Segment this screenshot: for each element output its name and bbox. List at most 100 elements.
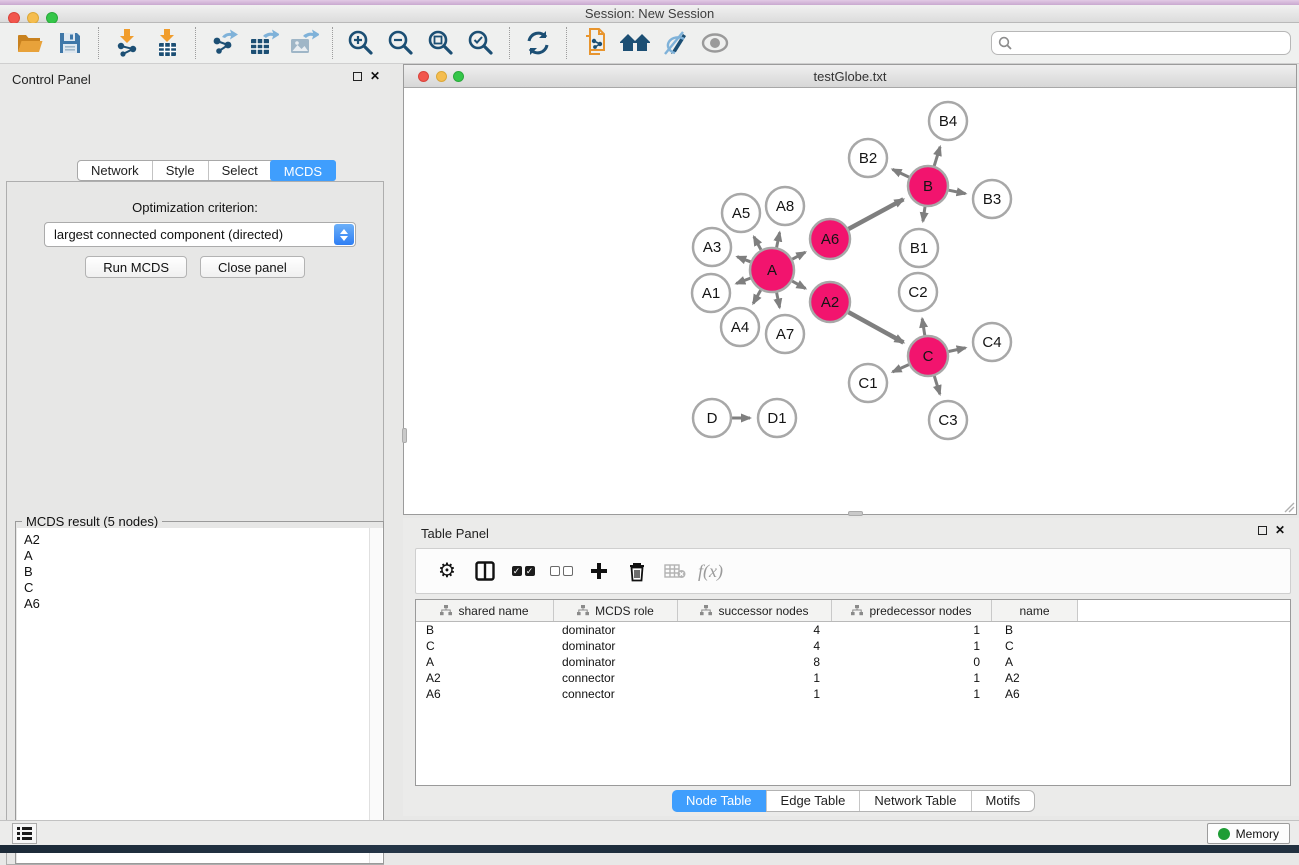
graph-edge[interactable] — [893, 365, 909, 372]
graph-edge[interactable] — [777, 233, 780, 248]
close-panel-button[interactable]: Close panel — [200, 256, 305, 278]
graph-edge[interactable] — [792, 281, 805, 288]
graph-node[interactable]: A4 — [721, 308, 759, 346]
table-row[interactable]: Cdominator41C — [416, 638, 1290, 654]
graph-edge[interactable] — [949, 348, 966, 352]
export-network-icon[interactable] — [207, 27, 241, 59]
graph-node[interactable]: D1 — [758, 399, 796, 437]
tab-edge-table[interactable]: Edge Table — [766, 791, 860, 811]
close-panel-icon[interactable]: ✕ — [370, 72, 380, 81]
graph-edge[interactable] — [934, 147, 940, 166]
tab-network[interactable]: Network — [78, 161, 152, 180]
export-table-icon[interactable] — [247, 27, 281, 59]
graph-edge[interactable] — [923, 207, 925, 222]
select-all-rows-icon[interactable]: ✓✓ — [504, 553, 542, 589]
table-row[interactable]: Adominator80A — [416, 654, 1290, 670]
show-columns-icon[interactable] — [466, 553, 504, 589]
splitter-grip[interactable] — [402, 428, 407, 443]
graph-edge[interactable] — [777, 293, 780, 308]
memory-button[interactable]: Memory — [1207, 823, 1290, 844]
float-panel-icon[interactable] — [1258, 526, 1267, 535]
graph-node[interactable]: B — [908, 166, 948, 206]
zoom-selected-icon[interactable] — [464, 27, 498, 59]
column-header[interactable]: predecessor nodes — [832, 600, 992, 621]
graph-edge[interactable] — [792, 252, 805, 259]
export-image-icon[interactable] — [287, 27, 321, 59]
graph-node[interactable]: B2 — [849, 139, 887, 177]
table-row[interactable]: Bdominator41B — [416, 622, 1290, 638]
hide-annotations-icon[interactable] — [658, 27, 692, 59]
graph-edge[interactable] — [736, 278, 750, 283]
tab-node-table[interactable]: Node Table — [672, 790, 766, 812]
column-header[interactable]: shared name — [416, 600, 554, 621]
graph-edge[interactable] — [922, 319, 925, 336]
resize-grip-icon[interactable] — [1283, 501, 1295, 513]
unselect-all-rows-icon[interactable] — [542, 553, 580, 589]
new-session-from-network-icon[interactable] — [578, 27, 612, 59]
splitter-grip[interactable] — [848, 511, 863, 516]
graph-node[interactable]: C1 — [849, 364, 887, 402]
zoom-out-icon[interactable] — [384, 27, 418, 59]
close-panel-icon[interactable]: ✕ — [1275, 526, 1285, 535]
column-header[interactable]: successor nodes — [678, 600, 832, 621]
graph-edge[interactable] — [753, 290, 761, 303]
graph-edge[interactable] — [849, 199, 904, 229]
save-session-icon[interactable] — [53, 27, 87, 59]
delete-columns-icon[interactable] — [618, 553, 656, 589]
tab-network-table[interactable]: Network Table — [859, 791, 970, 811]
function-builder-icon[interactable]: f(x) — [698, 561, 723, 582]
search-input[interactable] — [1013, 33, 1290, 53]
graph-node[interactable]: A8 — [766, 187, 804, 225]
criterion-dropdown[interactable]: largest connected component (directed) — [44, 222, 356, 247]
task-history-button[interactable] — [12, 823, 37, 844]
home-pages-icon[interactable] — [618, 27, 652, 59]
zoom-fit-icon[interactable] — [424, 27, 458, 59]
tab-select[interactable]: Select — [208, 161, 271, 180]
column-header[interactable]: name — [992, 600, 1078, 621]
tab-motifs[interactable]: Motifs — [971, 791, 1035, 811]
graph-node[interactable]: A1 — [692, 274, 730, 312]
graph-node[interactable]: B3 — [973, 180, 1011, 218]
column-header[interactable]: MCDS role — [554, 600, 678, 621]
graph-edge[interactable] — [737, 257, 750, 262]
graph-node[interactable]: C2 — [899, 273, 937, 311]
graph-node[interactable]: C4 — [973, 323, 1011, 361]
graph-edge[interactable] — [848, 312, 903, 342]
run-mcds-button[interactable]: Run MCDS — [85, 256, 187, 278]
result-item[interactable]: B — [24, 564, 383, 580]
delete-table-icon[interactable] — [656, 553, 694, 589]
tab-style[interactable]: Style — [152, 161, 208, 180]
graph-node[interactable]: A5 — [722, 194, 760, 232]
graph-node[interactable]: B4 — [929, 102, 967, 140]
graph-node[interactable]: A2 — [810, 282, 850, 322]
graph-node[interactable]: A3 — [693, 228, 731, 266]
import-table-icon[interactable] — [150, 27, 184, 59]
network-canvas[interactable]: B4 B2 B B3 A8A5 A6 A3 B1 A A1 C2 A2 A4A7 C4 C C1 C3 D D1 — [404, 88, 1296, 514]
graph-node[interactable]: A7 — [766, 315, 804, 353]
result-scrollbar[interactable] — [369, 528, 382, 863]
graph-edge[interactable] — [949, 190, 966, 193]
network-minimize-button[interactable] — [436, 71, 447, 82]
graph-node[interactable]: A — [750, 248, 794, 292]
graph-node[interactable]: D — [693, 399, 731, 437]
graph-edge[interactable] — [893, 169, 910, 177]
graph-node[interactable]: C3 — [929, 401, 967, 439]
table-settings-icon[interactable]: ⚙ — [428, 553, 466, 589]
table-row[interactable]: A2connector11A2 — [416, 670, 1290, 686]
open-session-icon[interactable] — [13, 27, 47, 59]
table-row[interactable]: A6connector11A6 — [416, 686, 1290, 702]
graph-node[interactable]: B1 — [900, 229, 938, 267]
result-item[interactable]: A6 — [24, 596, 383, 612]
graph-edge[interactable] — [934, 376, 940, 394]
zoom-in-icon[interactable] — [344, 27, 378, 59]
refresh-layout-icon[interactable] — [521, 27, 555, 59]
show-graphics-details-icon[interactable] — [698, 27, 732, 59]
search-field[interactable] — [991, 31, 1291, 55]
import-network-icon[interactable] — [110, 27, 144, 59]
add-column-icon[interactable] — [580, 553, 618, 589]
float-panel-icon[interactable] — [353, 72, 362, 81]
tab-mcds[interactable]: MCDS — [270, 160, 336, 181]
graph-node[interactable]: A6 — [810, 219, 850, 259]
graph-node[interactable]: C — [908, 336, 948, 376]
mcds-result-list[interactable]: A2ABCA6 — [17, 528, 383, 863]
